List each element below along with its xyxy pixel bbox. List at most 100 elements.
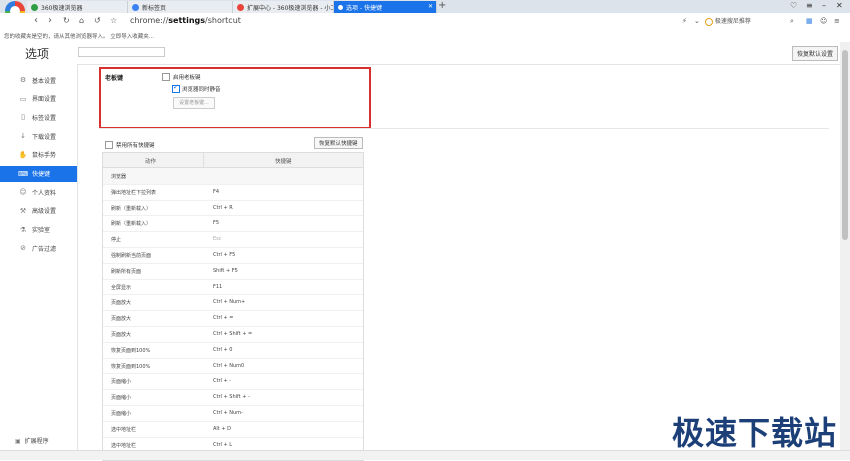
star-icon[interactable]: ☆ — [110, 16, 117, 25]
row-key[interactable]: Esc — [213, 236, 222, 242]
restore-shortcuts-button[interactable]: 恢复默认快捷键 — [314, 137, 363, 149]
row-key[interactable]: Ctrl + Num+ — [213, 299, 245, 305]
row-key[interactable]: F11 — [213, 284, 222, 290]
menu-icon[interactable]: ≡ — [806, 1, 813, 10]
table-row[interactable]: 恢复页面到100% Ctrl + 0 — [103, 342, 363, 359]
boss-key-field[interactable]: 设置老板键... — [173, 97, 215, 109]
bookmark-hint[interactable]: 您的收藏夹是空的，请从其他浏览器导入。 立即导入收藏夹... — [4, 32, 154, 40]
search-engine-icon — [705, 17, 713, 26]
skin-icon[interactable]: ♡ — [790, 1, 797, 10]
table-row[interactable]: 刷新所有页面 Shift + F5 — [103, 263, 363, 280]
table-row[interactable]: 刷新（重新载入） F5 — [103, 215, 363, 233]
enable-boss-key-checkbox[interactable] — [162, 73, 170, 81]
tab-strip: 360极速浏览器 新标签页 扩展中心 - 360极速浏览器 - 小工具 选项 -… — [0, 0, 850, 13]
row-key[interactable]: Ctrl + Shift + = — [213, 331, 252, 337]
lightning-icon[interactable]: ⚡ — [682, 17, 687, 25]
watermark-text: 极速下载站 — [672, 414, 838, 452]
row-key[interactable]: Shift + F5 — [213, 268, 238, 274]
sidebar-item-9[interactable]: ⊘ 广告过滤 — [0, 240, 77, 256]
mouse-icon: ✋ — [18, 150, 28, 159]
tab-options-shortcut[interactable]: 选项 - 快捷键 ✕ — [334, 1, 437, 13]
row-key[interactable]: Ctrl + = — [213, 315, 233, 321]
close-window-icon[interactable]: ✕ — [836, 1, 843, 10]
minimize-icon[interactable]: – — [822, 1, 826, 10]
row-action: 页面缩小 — [111, 379, 132, 386]
row-key[interactable]: Ctrl + L — [213, 442, 232, 448]
sidebar-item-label: 广告过滤 — [32, 245, 57, 253]
row-key[interactable]: Ctrl + F5 — [213, 252, 235, 258]
row-key[interactable]: F4 — [213, 189, 219, 195]
sidebar-item-2[interactable]: ▯ 标签设置 — [0, 109, 77, 125]
table-group-row: 浏览器 — [103, 168, 363, 185]
row-key[interactable]: Ctrl + Num- — [213, 410, 243, 416]
address-bar[interactable]: chrome://settings/shortcut — [130, 16, 241, 25]
reload-icon[interactable]: ↻ — [63, 16, 70, 25]
restore-defaults-button[interactable]: 恢复默认设置 — [792, 46, 839, 61]
sidebar-item-1[interactable]: ▭ 界面设置 — [0, 91, 77, 107]
row-action: 恢复页面到100% — [111, 347, 151, 354]
page-scrollbar[interactable] — [840, 42, 850, 450]
sidebar-item-6[interactable]: ☺ 个人资料 — [0, 184, 77, 200]
mute-browser-checkbox[interactable] — [172, 83, 180, 93]
settings-menu-icon[interactable]: ≡ — [834, 17, 840, 25]
table-row[interactable]: 强制刷新当前页面 Ctrl + F5 — [103, 247, 363, 264]
page-title: 选项 — [25, 47, 50, 61]
table-row[interactable]: 页面缩小 Ctrl + - — [103, 373, 363, 391]
mute-browser-label: 浏览器同时静音 — [182, 87, 221, 93]
disable-all-shortcuts-checkbox[interactable] — [105, 141, 113, 149]
scrollbar-thumb[interactable] — [842, 50, 848, 240]
sidebar-item-4[interactable]: ✋ 鼠标手势 — [0, 147, 77, 163]
back-icon[interactable]: ‹ — [34, 15, 38, 26]
table-row[interactable]: 停止 Esc — [103, 231, 363, 248]
row-key[interactable]: Ctrl + Shift + - — [213, 394, 250, 400]
sidebar-item-5[interactable]: ⌨ 快捷键 — [0, 165, 77, 182]
column-key: 快捷键 — [275, 159, 292, 165]
extensions-link[interactable]: ▣ 扩展程序 — [15, 436, 49, 445]
chevron-down-icon[interactable]: ⌄ — [694, 17, 700, 25]
sidebar-item-label: 个人资料 — [32, 189, 57, 197]
table-row[interactable]: 页面放大 Ctrl + Num+ — [103, 294, 363, 312]
window-icon: ▭ — [19, 94, 27, 103]
advanced-icon: ⚒ — [19, 206, 27, 215]
row-key[interactable]: Alt + D — [213, 426, 231, 432]
table-row[interactable]: 页面缩小 Ctrl + Shift + - — [103, 389, 363, 406]
table-row[interactable]: 刷新（重新载入） Ctrl + R — [103, 200, 363, 217]
sidebar-item-3[interactable]: ↓ 下载设置 — [0, 128, 77, 144]
table-row[interactable]: 页面缩小 Ctrl + Num- — [103, 405, 363, 422]
table-row[interactable]: 页面放大 Ctrl + = — [103, 310, 363, 327]
table-row[interactable]: 全屏显示 F11 — [103, 279, 363, 296]
sidebar-item-7[interactable]: ⚒ 高级设置 — [0, 203, 77, 219]
table-row[interactable]: 选中地址栏 Alt + D — [103, 421, 363, 438]
tab-extensions[interactable]: 扩展中心 - 360极速浏览器 - 小工具 — [233, 1, 334, 13]
tab-360-browser[interactable]: 360极速浏览器 — [27, 1, 128, 13]
search-icon[interactable]: ⌕ — [790, 17, 794, 26]
settings-search-input[interactable] — [78, 47, 165, 57]
row-key[interactable]: Ctrl + 0 — [213, 347, 232, 353]
tab-label: 选项 - 快捷键 — [346, 4, 382, 12]
row-action: 恢复页面到100% — [111, 363, 151, 370]
row-key[interactable]: F5 — [213, 220, 219, 226]
row-key[interactable]: Ctrl + - — [213, 378, 231, 384]
forward-icon[interactable]: › — [48, 15, 52, 26]
home-icon[interactable]: ⌂ — [79, 16, 84, 25]
table-row[interactable]: 恢复页面到100% Ctrl + Num0 — [103, 358, 363, 375]
table-row[interactable]: 弹出地址栏下拉列表 F4 — [103, 184, 363, 201]
close-tab-icon[interactable]: ✕ — [428, 3, 433, 10]
gear-icon — [338, 4, 343, 10]
extension-puzzle-icon: ▣ — [15, 438, 21, 445]
sidebar-item-0[interactable]: ⚙ 基本设置 — [0, 72, 77, 88]
sync-icon[interactable]: ☺ — [820, 17, 827, 25]
row-action: 页面放大 — [111, 300, 132, 307]
tab-label: 新标签页 — [142, 4, 167, 12]
sidebar-item-8[interactable]: ⚗ 实验室 — [0, 222, 77, 238]
new-tab-button[interactable]: + — [438, 0, 446, 11]
table-row[interactable]: 页面放大 Ctrl + Shift + = — [103, 326, 363, 343]
row-key[interactable]: Ctrl + R — [213, 205, 233, 211]
sidebar-item-label: 高级设置 — [32, 208, 57, 216]
search-input[interactable]: 极速搜尼推荐 — [705, 16, 785, 27]
apps-icon[interactable]: ▦ — [806, 17, 813, 25]
undo-close-icon[interactable]: ↺ — [94, 16, 101, 25]
row-key[interactable]: Ctrl + Num0 — [213, 363, 244, 369]
tab-new-tab[interactable]: 新标签页 — [128, 1, 233, 13]
download-icon: ↓ — [20, 132, 26, 141]
